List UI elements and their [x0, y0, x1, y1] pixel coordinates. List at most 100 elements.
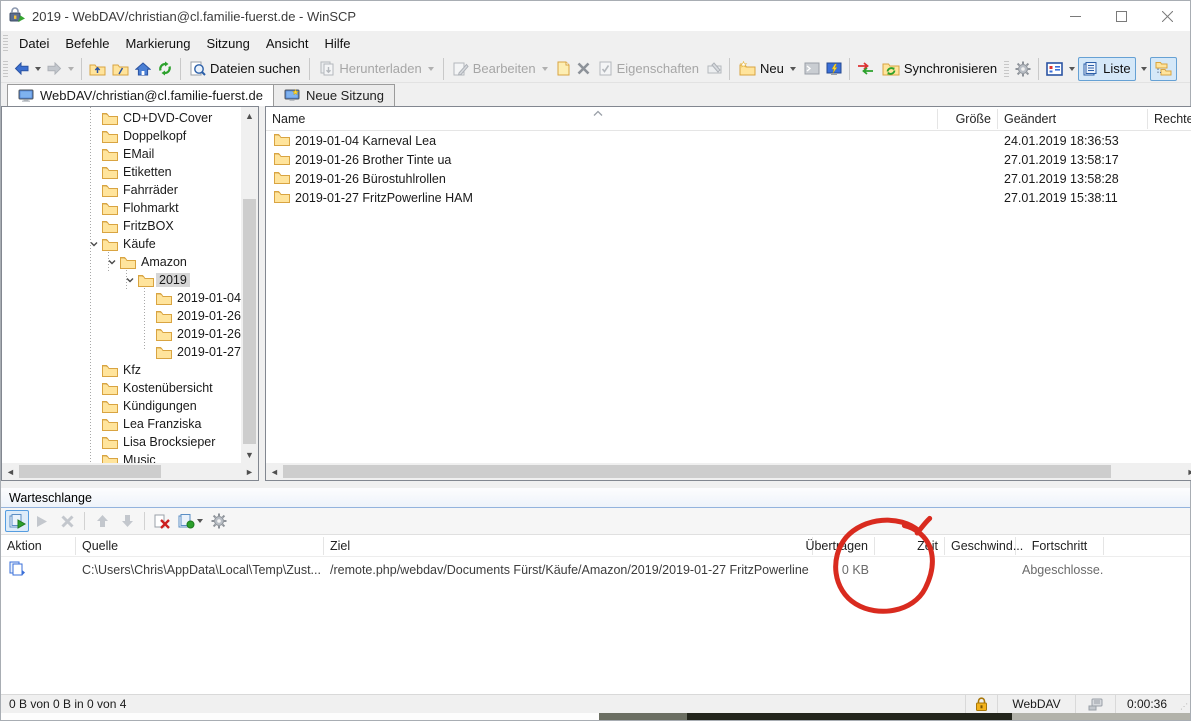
tree-item[interactable]: 2019 — [2, 271, 241, 289]
tree-item[interactable]: 2019-01-26 — [2, 325, 241, 343]
queue-row[interactable]: C:\Users\Chris\AppData\Local\Temp\Zust..… — [1, 557, 1190, 583]
queue-process-button[interactable] — [175, 510, 206, 532]
tree-item[interactable]: Etiketten — [2, 163, 241, 181]
list-view-button[interactable]: Liste — [1078, 57, 1135, 81]
list-view-dropdown[interactable] — [1136, 57, 1150, 81]
chevron-expand-icon[interactable] — [86, 239, 102, 249]
queue-preferences-button[interactable] — [207, 510, 231, 532]
root-directory-button[interactable] — [109, 57, 132, 81]
new-menu-button[interactable]: Neu — [734, 57, 801, 81]
connection-status[interactable] — [1076, 695, 1116, 713]
queue-splitter[interactable] — [1, 481, 1190, 488]
synchronize-button[interactable]: Synchronisieren — [877, 57, 1002, 81]
tab-session-webdav[interactable]: WebDAV/christian@cl.familie-fuerst.de — [7, 84, 274, 106]
chevron-down-icon[interactable] — [1141, 67, 1147, 71]
menu-hilfe[interactable]: Hilfe — [317, 33, 359, 54]
file-row[interactable]: 2019-01-26 Bürostuhlrollen 27.01.2019 13… — [266, 169, 1191, 188]
tree-item[interactable]: CD+DVD-Cover — [2, 109, 241, 127]
tree-horizontal-scrollbar[interactable]: ◄ ► — [2, 463, 258, 480]
column-header-rights[interactable]: Rechte — [1148, 109, 1191, 129]
tree-item[interactable]: Kostenübersicht — [2, 379, 241, 397]
close-button[interactable] — [1144, 1, 1190, 31]
edit-button: Bearbeiten — [448, 57, 553, 81]
refresh-button[interactable] — [154, 57, 176, 81]
tree-item[interactable]: Lea Franziska — [2, 415, 241, 433]
compare-directories-button[interactable] — [854, 57, 877, 81]
chevron-down-icon[interactable] — [35, 67, 41, 71]
menu-ansicht[interactable]: Ansicht — [258, 33, 317, 54]
back-button[interactable] — [11, 57, 44, 81]
protocol-status[interactable]: WebDAV — [998, 695, 1076, 713]
custom-command-button — [704, 57, 725, 81]
resize-grip[interactable]: ⋰ — [1178, 695, 1190, 713]
column-header-size[interactable]: Größe — [938, 109, 998, 129]
minimize-button[interactable] — [1052, 1, 1098, 31]
scrollbar-thumb[interactable] — [283, 465, 1111, 478]
file-horizontal-scrollbar[interactable]: ◄ ► — [266, 463, 1191, 480]
tree-item[interactable]: EMail — [2, 145, 241, 163]
scrollbar-thumb[interactable] — [19, 465, 161, 478]
chevron-down-icon[interactable] — [790, 67, 796, 71]
column-header-modified[interactable]: Geändert — [998, 109, 1148, 129]
tree-view-toggle-button[interactable] — [1150, 57, 1177, 81]
chevron-down-icon[interactable] — [197, 519, 203, 523]
column-header-ziel[interactable]: Ziel — [324, 537, 813, 555]
queue-table: Aktion Quelle Ziel Übertragen Zeit Gesch… — [1, 534, 1190, 694]
open-in-putty-button[interactable] — [823, 57, 845, 81]
tree-item[interactable]: Doppelkopf — [2, 127, 241, 145]
tree-item[interactable]: 2019-01-27 — [2, 343, 241, 361]
scroll-up-icon[interactable]: ▲ — [241, 107, 258, 124]
menu-befehle[interactable]: Befehle — [57, 33, 117, 54]
encryption-status[interactable] — [966, 695, 998, 713]
tree-item[interactable]: Music — [2, 451, 241, 463]
file-row[interactable]: 2019-01-26 Brother Tinte ua 27.01.2019 1… — [266, 150, 1191, 169]
find-files-button[interactable]: Dateien suchen — [185, 57, 305, 81]
scroll-right-icon[interactable]: ► — [241, 463, 258, 480]
folder-icon — [102, 382, 120, 395]
scroll-right-icon[interactable]: ► — [1183, 463, 1191, 480]
maximize-button[interactable] — [1098, 1, 1144, 31]
column-header-geschwindigkeit[interactable]: Geschwind... — [945, 537, 1016, 555]
tree-item[interactable]: Kfz — [2, 361, 241, 379]
chevron-down-icon[interactable] — [1069, 67, 1075, 71]
tab-new-session[interactable]: Neue Sitzung — [274, 84, 395, 106]
scrollbar-thumb[interactable] — [243, 199, 256, 444]
column-header-aktion[interactable]: Aktion — [1, 537, 76, 555]
menu-sitzung[interactable]: Sitzung — [198, 33, 257, 54]
parent-directory-button[interactable] — [86, 57, 109, 81]
queue-show-button[interactable] — [5, 510, 29, 532]
column-header-quelle[interactable]: Quelle — [76, 537, 324, 555]
folder-icon — [156, 346, 174, 359]
preferences-button[interactable] — [1012, 57, 1034, 81]
scroll-left-icon[interactable]: ◄ — [2, 463, 19, 480]
file-row[interactable]: 2019-01-04 Karneval Lea 24.01.2019 18:36… — [266, 131, 1191, 150]
tree-item[interactable]: 2019-01-26 — [2, 307, 241, 325]
chevron-expand-icon[interactable] — [122, 275, 138, 285]
scroll-down-icon[interactable]: ▼ — [241, 446, 258, 463]
chevron-expand-icon[interactable] — [104, 257, 120, 267]
folder-icon — [102, 400, 120, 413]
tree-item[interactable]: Amazon — [2, 253, 241, 271]
file-row[interactable]: 2019-01-27 FritzPowerline HAM 27.01.2019… — [266, 188, 1191, 207]
tree-item[interactable]: FritzBOX — [2, 217, 241, 235]
scroll-left-icon[interactable]: ◄ — [266, 463, 283, 480]
tree-item[interactable]: Käufe — [2, 235, 241, 253]
new-file-button[interactable] — [553, 57, 574, 81]
panel-layout-icon — [1046, 62, 1063, 76]
tree-item-label: 2019-01-26 — [174, 309, 241, 323]
column-header-uebertragen[interactable]: Übertragen — [813, 537, 875, 555]
panel-layout-button[interactable] — [1043, 57, 1078, 81]
home-directory-button[interactable] — [132, 57, 154, 81]
tree-vertical-scrollbar[interactable]: ▲ ▼ — [241, 107, 258, 463]
column-header-zeit[interactable]: Zeit — [875, 537, 945, 555]
tree-item[interactable]: Lisa Brocksieper — [2, 433, 241, 451]
tree-item[interactable]: Fahrräder — [2, 181, 241, 199]
menu-markierung[interactable]: Markierung — [117, 33, 198, 54]
tree-item[interactable]: 2019-01-04 — [2, 289, 241, 307]
column-header-fortschritt[interactable]: Fortschritt — [1016, 537, 1104, 555]
queue-delete-item-button[interactable] — [150, 510, 174, 532]
tree-item[interactable]: Flohmarkt — [2, 199, 241, 217]
tree-item-label: EMail — [120, 147, 157, 161]
tree-item[interactable]: Kündigungen — [2, 397, 241, 415]
menu-datei[interactable]: Datei — [11, 33, 57, 54]
